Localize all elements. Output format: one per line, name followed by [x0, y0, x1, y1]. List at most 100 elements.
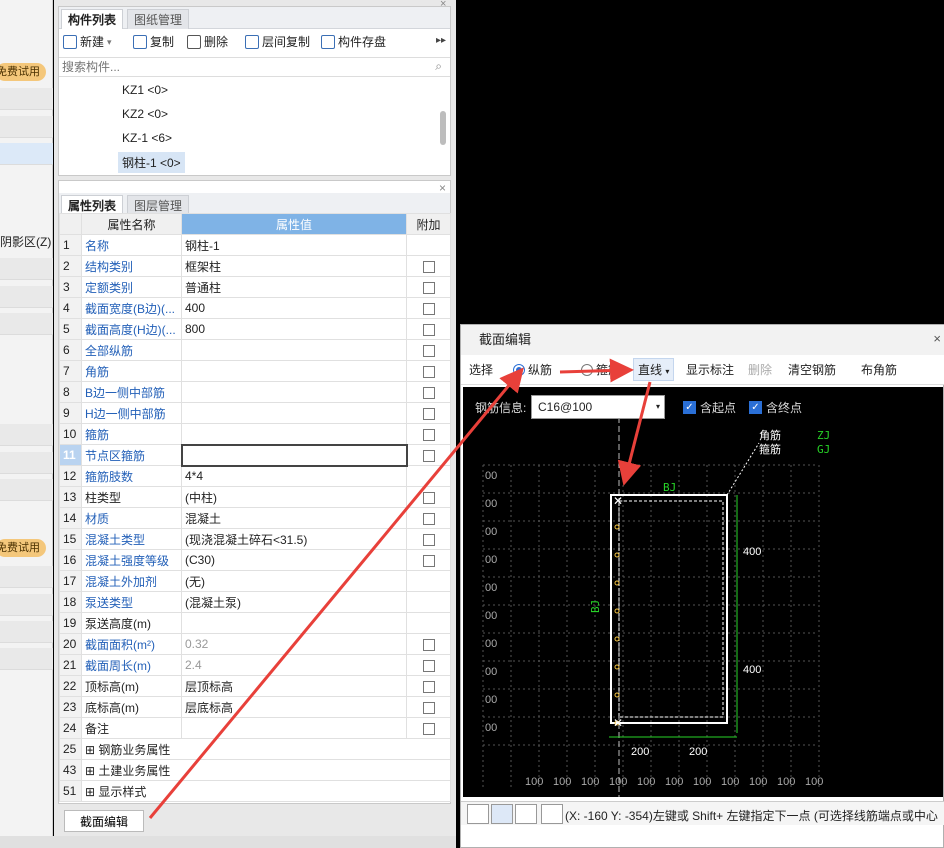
- property-row[interactable]: 4 截面宽度(B边)(... 400: [59, 297, 451, 319]
- strip-row[interactable]: [0, 88, 53, 110]
- property-row[interactable]: 14 材质 混凝土: [59, 507, 451, 529]
- checkbox[interactable]: [422, 554, 435, 567]
- delete-button[interactable]: 删除: [187, 31, 228, 53]
- strip-row[interactable]: [0, 258, 53, 280]
- expand-icon[interactable]: ⊞: [85, 785, 98, 799]
- property-row[interactable]: 5 截面高度(H边)(... 800: [59, 318, 451, 340]
- tab-component-list[interactable]: 构件列表: [61, 9, 124, 29]
- checkbox[interactable]: [422, 281, 435, 294]
- copy-button[interactable]: 复制: [133, 31, 174, 53]
- extra-cell[interactable]: [406, 528, 451, 550]
- property-row[interactable]: 24 备注: [59, 717, 451, 739]
- property-value[interactable]: 400: [181, 297, 407, 319]
- strip-row[interactable]: [0, 566, 53, 588]
- property-row[interactable]: 6 全部纵筋: [59, 339, 451, 361]
- extra-cell[interactable]: [406, 339, 451, 361]
- strip-row[interactable]: [0, 313, 53, 335]
- checkbox[interactable]: [422, 680, 435, 693]
- extra-cell[interactable]: [406, 360, 451, 382]
- property-value[interactable]: 4*4: [181, 465, 407, 487]
- clear-rebar-button[interactable]: 清空钢筋: [788, 361, 836, 378]
- checkbox[interactable]: [422, 533, 435, 546]
- property-row[interactable]: 10 箍筋: [59, 423, 451, 445]
- extra-cell[interactable]: [406, 255, 451, 277]
- extra-cell[interactable]: [406, 507, 451, 529]
- extra-cell[interactable]: [406, 717, 451, 739]
- property-value[interactable]: [181, 402, 407, 424]
- property-value[interactable]: (中柱): [181, 486, 407, 508]
- extra-cell[interactable]: [406, 297, 451, 319]
- delete-button[interactable]: 删除: [748, 361, 772, 378]
- select-button[interactable]: 选择: [469, 361, 493, 378]
- extra-cell[interactable]: [406, 675, 451, 697]
- property-row[interactable]: 25 ⊞ 钢筋业务属性: [59, 738, 451, 760]
- expand-icon[interactable]: ⊞: [85, 743, 98, 757]
- strip-row[interactable]: [0, 452, 53, 474]
- line-mode-icon[interactable]: [491, 804, 513, 824]
- snap-icon[interactable]: [541, 804, 563, 824]
- perpendicular-icon[interactable]: [515, 804, 537, 824]
- close-icon[interactable]: ×: [933, 331, 941, 346]
- property-row[interactable]: 7 角筋: [59, 360, 451, 382]
- strip-row[interactable]: [0, 286, 53, 308]
- property-value[interactable]: [181, 612, 407, 634]
- checkbox[interactable]: [422, 407, 435, 420]
- section-edit-button[interactable]: 截面编辑: [64, 810, 144, 832]
- property-value[interactable]: 普通柱: [181, 276, 407, 298]
- new-button[interactable]: 新建 ▾: [63, 31, 112, 53]
- extra-cell[interactable]: [406, 633, 451, 655]
- checkbox[interactable]: [422, 260, 435, 273]
- property-value[interactable]: (C30): [181, 549, 407, 571]
- property-value[interactable]: (无): [181, 570, 407, 592]
- property-value[interactable]: 钢柱-1: [181, 234, 407, 256]
- property-value[interactable]: (现浇混凝土碎石<31.5): [181, 528, 407, 550]
- drawing-viewport[interactable]: [456, 0, 944, 324]
- property-row[interactable]: 11 节点区箍筋: [59, 443, 451, 467]
- checkbox[interactable]: [422, 386, 435, 399]
- save-component-button[interactable]: 构件存盘: [321, 31, 386, 53]
- checkbox[interactable]: [422, 428, 435, 441]
- strip-row-selected[interactable]: [0, 143, 53, 165]
- property-row[interactable]: 15 混凝土类型 (现浇混凝土碎石<31.5): [59, 528, 451, 550]
- property-value[interactable]: 混凝土: [181, 507, 407, 529]
- chevron-down-icon[interactable]: ▾: [107, 31, 112, 53]
- component-item[interactable]: KZ-1 <6>: [122, 131, 172, 145]
- property-value[interactable]: [181, 360, 407, 382]
- property-value[interactable]: [181, 423, 407, 445]
- expand-icon[interactable]: ⊞: [85, 764, 98, 778]
- property-row[interactable]: 23 底标高(m) 层底标高: [59, 696, 451, 718]
- property-row[interactable]: 16 混凝土强度等级 (C30): [59, 549, 451, 571]
- extra-cell[interactable]: [406, 381, 451, 403]
- more-icon[interactable]: ▸▸: [436, 35, 446, 46]
- property-value[interactable]: 2.4: [181, 654, 407, 676]
- property-row[interactable]: 20 截面面积(m²) 0.32: [59, 633, 451, 655]
- component-item[interactable]: KZ1 <0>: [122, 83, 168, 97]
- property-row[interactable]: 3 定额类别 普通柱: [59, 276, 451, 298]
- property-value[interactable]: 800: [181, 318, 407, 340]
- strip-row[interactable]: [0, 594, 53, 616]
- tab-property-list[interactable]: 属性列表: [61, 195, 124, 215]
- property-value[interactable]: [181, 381, 407, 403]
- property-value[interactable]: [180, 443, 408, 467]
- show-dimensions-button[interactable]: 显示标注: [686, 361, 734, 378]
- property-row[interactable]: 21 截面周长(m) 2.4: [59, 654, 451, 676]
- extra-cell[interactable]: [406, 318, 451, 340]
- checkbox[interactable]: [422, 722, 435, 735]
- checkbox[interactable]: [422, 344, 435, 357]
- component-item-selected[interactable]: 钢柱-1 <0>: [118, 152, 185, 173]
- checkbox[interactable]: [422, 491, 435, 504]
- extra-cell[interactable]: [406, 696, 451, 718]
- property-value[interactable]: 层顶标高: [181, 675, 407, 697]
- checkbox[interactable]: [422, 302, 435, 315]
- stirrup-radio[interactable]: 箍筋: [581, 361, 620, 378]
- property-value[interactable]: [181, 339, 407, 361]
- longitudinal-radio[interactable]: 纵筋: [513, 361, 552, 378]
- strip-row[interactable]: [0, 621, 53, 643]
- strip-row[interactable]: [0, 479, 53, 501]
- property-row[interactable]: 19 泵送高度(m): [59, 612, 451, 634]
- line-dropdown[interactable]: 直线 ▾: [633, 358, 675, 381]
- free-trial-badge[interactable]: 免费试用: [0, 63, 46, 81]
- extra-cell[interactable]: [406, 549, 451, 571]
- tab-layer-management[interactable]: 图层管理: [127, 195, 190, 215]
- extra-cell[interactable]: [406, 276, 451, 298]
